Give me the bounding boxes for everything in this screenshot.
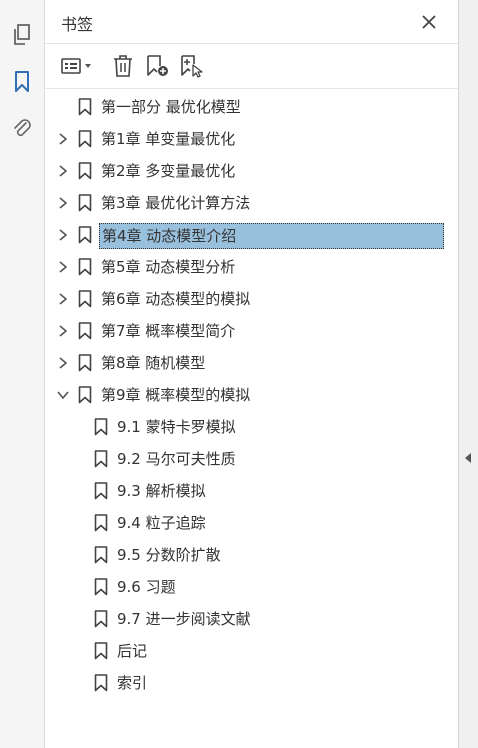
- bookmark-icon: [78, 258, 92, 276]
- bookmark-label: 9.7 进一步阅读文献: [117, 610, 251, 628]
- bookmark-label: 第2章 多变量最优化: [101, 162, 236, 180]
- sub-bookmark-item[interactable]: 9.4 粒子追踪: [45, 510, 458, 536]
- bookmark-label: 9.6 习题: [117, 578, 176, 596]
- panel-header: 书签: [45, 0, 458, 44]
- navigation-rail: [0, 0, 45, 748]
- bookmark-icon: [94, 418, 108, 436]
- bookmark-item[interactable]: 第2章 多变量最优化: [45, 158, 458, 184]
- bookmark-icon: [94, 514, 108, 532]
- panel-title: 书签: [61, 15, 94, 34]
- bookmark-label: 第4章 动态模型介绍: [99, 223, 444, 249]
- bookmarks-pane-window: 书签 第一部分 最优化模型 第1章 单变量最优化 第2章 多变量最优化 第3章 …: [0, 0, 478, 748]
- sub-bookmark-item[interactable]: 9.3 解析模拟: [45, 478, 458, 504]
- bookmark-icon: [94, 482, 108, 500]
- pages-icon[interactable]: [8, 21, 36, 49]
- bookmark-item[interactable]: 第9章 概率模型的模拟: [45, 382, 458, 408]
- chevron-right-icon[interactable]: [56, 228, 70, 242]
- bookmarks-panel: 书签 第一部分 最优化模型 第1章 单变量最优化 第2章 多变量最优化 第3章 …: [45, 0, 458, 748]
- bookmark-label: 第5章 动态模型分析: [101, 258, 236, 276]
- bookmark-icon: [78, 194, 92, 212]
- bookmark-item[interactable]: 第3章 最优化计算方法: [45, 190, 458, 216]
- chevron-right-icon[interactable]: [56, 132, 70, 146]
- options-menu-icon[interactable]: [59, 52, 97, 80]
- pane-splitter[interactable]: [458, 0, 478, 748]
- sub-bookmark-item[interactable]: 9.7 进一步阅读文献: [45, 606, 458, 632]
- bookmark-item[interactable]: 第4章 动态模型介绍: [45, 222, 458, 249]
- attachments-icon[interactable]: [8, 114, 36, 142]
- bookmark-icon: [78, 290, 92, 308]
- chevron-right-icon[interactable]: [56, 356, 70, 370]
- bookmark-item[interactable]: 第5章 动态模型分析: [45, 254, 458, 280]
- chevron-right-icon[interactable]: [56, 260, 70, 274]
- bookmark-icon: [94, 642, 108, 660]
- collapse-arrow-icon[interactable]: [465, 453, 471, 463]
- bookmark-icon: [94, 450, 108, 468]
- sub-bookmark-item[interactable]: 9.2 马尔可夫性质: [45, 446, 458, 472]
- bookmark-from-selection-icon[interactable]: [179, 52, 205, 80]
- chevron-right-icon[interactable]: [56, 324, 70, 338]
- bookmark-item[interactable]: 第一部分 最优化模型: [45, 94, 458, 120]
- bookmark-item[interactable]: 第7章 概率模型简介: [45, 318, 458, 344]
- sub-bookmark-item[interactable]: 索引: [45, 670, 458, 696]
- bookmark-icon: [94, 610, 108, 628]
- sub-bookmark-item[interactable]: 9.6 习题: [45, 574, 458, 600]
- bookmark-item[interactable]: 第1章 单变量最优化: [45, 126, 458, 152]
- bookmark-item[interactable]: 第6章 动态模型的模拟: [45, 286, 458, 312]
- bookmark-icon: [78, 98, 92, 116]
- bookmark-label: 第1章 单变量最优化: [101, 130, 236, 148]
- bookmark-icon: [94, 674, 108, 692]
- chevron-right-icon[interactable]: [56, 196, 70, 210]
- bookmark-item[interactable]: 第8章 随机模型: [45, 350, 458, 376]
- bookmark-icon: [78, 322, 92, 340]
- bookmark-label: 9.2 马尔可夫性质: [117, 450, 236, 468]
- sub-bookmark-item[interactable]: 9.5 分数阶扩散: [45, 542, 458, 568]
- bookmark-icon: [78, 130, 92, 148]
- bookmark-label: 第8章 随机模型: [101, 354, 206, 372]
- bookmark-label: 第9章 概率模型的模拟: [101, 386, 251, 404]
- bookmark-icon: [78, 354, 92, 372]
- bookmark-label: 9.1 蒙特卡罗模拟: [117, 418, 236, 436]
- delete-bookmark-icon[interactable]: [111, 52, 135, 80]
- sub-bookmark-item[interactable]: 9.1 蒙特卡罗模拟: [45, 414, 458, 440]
- sub-bookmark-item[interactable]: 后记: [45, 638, 458, 664]
- bookmark-label: 第3章 最优化计算方法: [101, 194, 251, 212]
- bookmark-label: 第一部分 最优化模型: [101, 98, 241, 116]
- bookmark-icon: [78, 226, 92, 244]
- bookmarks-toolbar: [45, 44, 458, 89]
- chevron-right-icon[interactable]: [56, 292, 70, 306]
- chevron-down-icon[interactable]: [56, 388, 70, 402]
- bookmark-icon: [78, 386, 92, 404]
- bookmarks-icon[interactable]: [8, 68, 36, 96]
- bookmark-icon: [94, 578, 108, 596]
- bookmark-label: 第6章 动态模型的模拟: [101, 290, 251, 308]
- close-icon[interactable]: [419, 12, 439, 32]
- bookmark-label: 9.3 解析模拟: [117, 482, 206, 500]
- bookmark-label: 9.4 粒子追踪: [117, 514, 206, 532]
- bookmark-label: 9.5 分数阶扩散: [117, 546, 221, 564]
- bookmark-label: 后记: [117, 642, 148, 660]
- bookmark-label: 索引: [117, 674, 148, 692]
- bookmark-label: 第7章 概率模型简介: [101, 322, 236, 340]
- chevron-right-icon[interactable]: [56, 164, 70, 178]
- bookmark-icon: [78, 162, 92, 180]
- new-bookmark-icon[interactable]: [145, 52, 171, 80]
- bookmark-icon: [94, 546, 108, 564]
